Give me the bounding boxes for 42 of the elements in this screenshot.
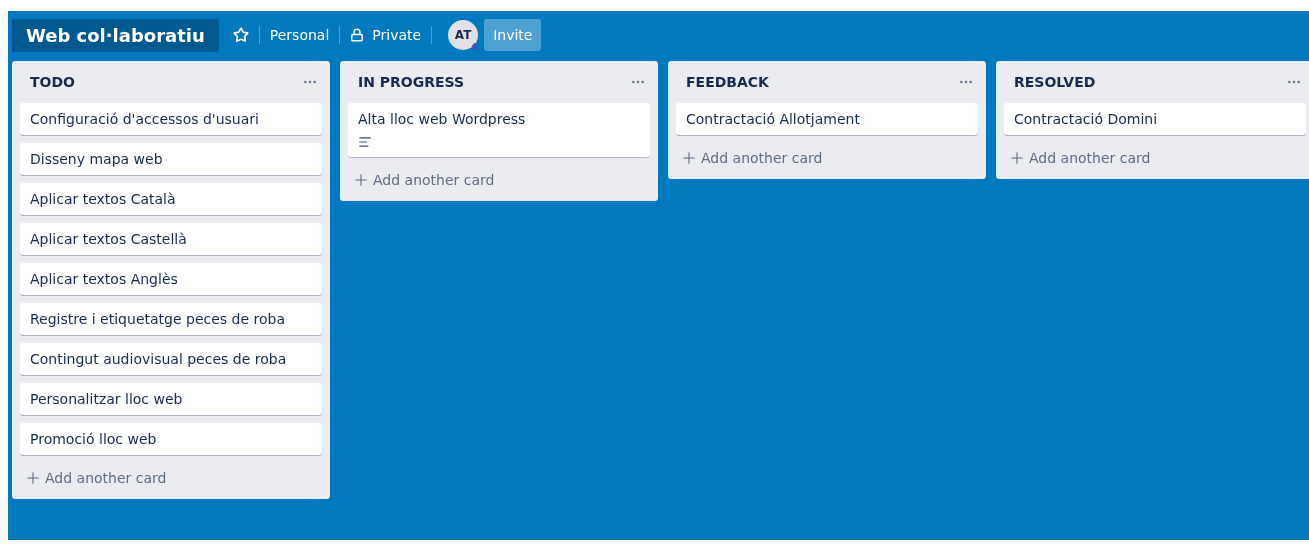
- card[interactable]: Configuració d'accessos d'usuari: [20, 103, 322, 135]
- card[interactable]: Promoció lloc web: [20, 423, 322, 455]
- add-card-button[interactable]: Add another card: [676, 143, 978, 173]
- list-title: RESOLVED: [1014, 74, 1096, 90]
- add-card-button[interactable]: Add another card: [348, 165, 650, 195]
- card-title: Contractació Domini: [1014, 111, 1159, 127]
- card[interactable]: Disseny mapa web: [20, 143, 322, 175]
- lock-icon: [350, 28, 365, 42]
- card-title: Aplicar textos Castellà: [30, 231, 188, 247]
- card[interactable]: Aplicar textos Català: [20, 183, 322, 215]
- card[interactable]: Contractació Domini: [1004, 103, 1306, 135]
- card[interactable]: Alta lloc web Wordpress: [348, 103, 650, 157]
- plus-icon: [1008, 149, 1026, 167]
- star-icon[interactable]: [232, 27, 249, 43]
- card-title: Configuració d'accessos d'usuari: [30, 111, 260, 127]
- add-card-button[interactable]: Add another card: [20, 463, 322, 493]
- plus-icon: [680, 149, 698, 167]
- card-title: Disseny mapa web: [30, 151, 164, 167]
- member-avatar[interactable]: AT: [448, 20, 479, 50]
- card[interactable]: Registre i etiquetatge peces de roba: [20, 303, 322, 335]
- card[interactable]: Personalitzar lloc web: [20, 383, 322, 415]
- card-title: Contingut audiovisual peces de roba: [30, 351, 288, 367]
- list-title: IN PROGRESS: [358, 74, 465, 90]
- plus-icon: [352, 171, 370, 189]
- list-title: TODO: [30, 74, 75, 90]
- card-title: Contractació Allotjament: [686, 111, 861, 127]
- card[interactable]: Aplicar textos Anglès: [20, 263, 322, 295]
- card-title: Promoció lloc web: [30, 431, 158, 447]
- card[interactable]: Aplicar textos Castellà: [20, 223, 322, 255]
- card-title: Aplicar textos Català: [30, 191, 177, 207]
- card-title: Registre i etiquetatge peces de roba: [30, 311, 286, 327]
- card[interactable]: Contractació Allotjament: [676, 103, 978, 135]
- card[interactable]: Contingut audiovisual peces de roba: [20, 343, 322, 375]
- visibility-button[interactable]: Private: [340, 21, 432, 49]
- card-title: Alta lloc web Wordpress: [358, 111, 527, 127]
- team-button[interactable]: Personal: [259, 21, 340, 49]
- board-title[interactable]: Web col·laboratiu: [12, 18, 219, 52]
- list-title: FEEDBACK: [686, 74, 769, 90]
- add-card-button[interactable]: Add another card: [1004, 143, 1306, 173]
- card-title: Personalitzar lloc web: [30, 391, 184, 407]
- plus-icon: [24, 469, 42, 487]
- card-title: Aplicar textos Anglès: [30, 271, 179, 287]
